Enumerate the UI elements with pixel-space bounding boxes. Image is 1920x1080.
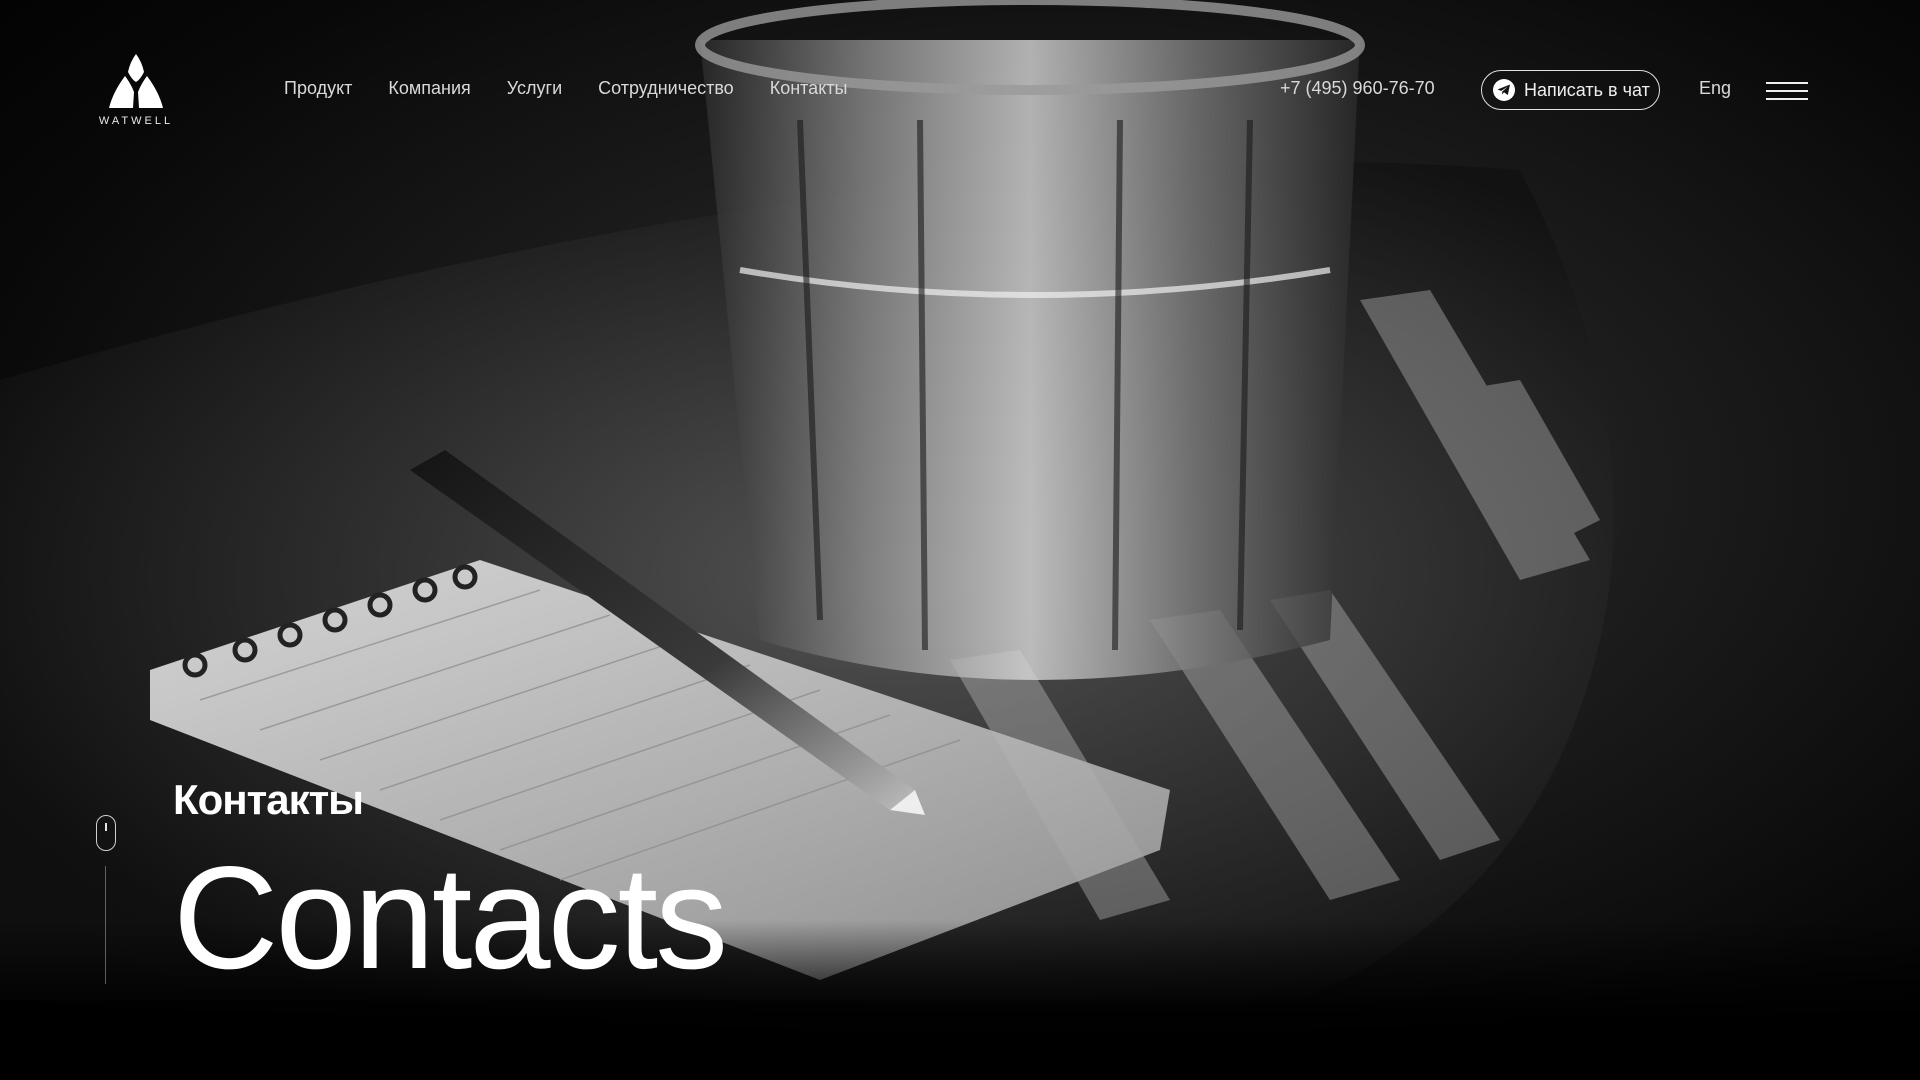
nav-item-product[interactable]: Продукт [284,78,352,99]
nav-item-cooperation[interactable]: Сотрудничество [598,78,734,99]
main-nav: Продукт Компания Услуги Сотрудничество К… [284,78,847,99]
contacts-page: WATWELL Продукт Компания Услуги Сотрудни… [0,0,1920,1080]
phone-link[interactable]: +7 (495) 960-76-70 [1280,78,1435,99]
watwell-logo[interactable]: WATWELL [96,54,176,128]
nav-item-contacts[interactable]: Контакты [770,78,848,99]
scroll-line-divider [105,866,106,984]
nav-item-services[interactable]: Услуги [507,78,562,99]
watwell-triangle-logo-icon [109,54,163,108]
page-subtitle: Контакты [173,776,364,823]
site-header: WATWELL Продукт Компания Услуги Сотрудни… [0,0,1920,180]
language-switch[interactable]: Eng [1699,78,1731,99]
mouse-wheel [105,823,107,831]
hamburger-menu-icon[interactable] [1766,82,1808,100]
mouse-scroll-icon[interactable] [96,815,116,851]
chat-button-label: Написать в чат [1524,79,1650,100]
page-title: Contacts [173,836,728,999]
nav-item-company[interactable]: Компания [388,78,470,99]
chat-button[interactable]: Написать в чат [1481,70,1660,110]
brand-name: WATWELL [98,115,174,127]
telegram-icon [1493,79,1515,101]
